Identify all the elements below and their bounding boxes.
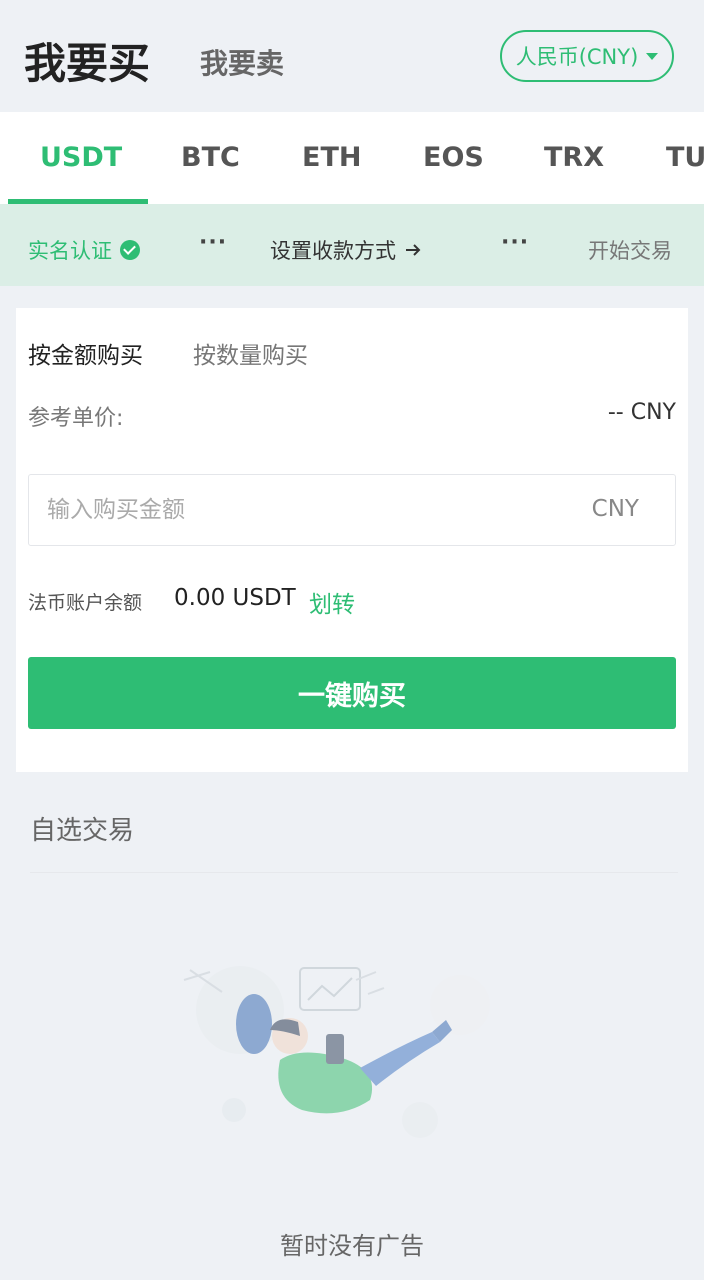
currency-label: 人民币(CNY)	[515, 45, 639, 69]
coin-tab-tu[interactable]: TU	[666, 142, 704, 173]
check-circle-icon	[120, 240, 140, 260]
step-verify-label: 实名认证	[28, 239, 112, 263]
one-click-buy-button[interactable]: 一键购买	[28, 657, 676, 729]
favorites-title: 自选交易	[30, 816, 135, 846]
coin-tab-eth[interactable]: ETH	[302, 142, 361, 173]
onboarding-steps: 实名认证 ··· 设置收款方式 ··· 开始交易	[0, 204, 704, 286]
amount-unit: CNY	[591, 496, 639, 522]
buy-tab[interactable]: 我要买	[24, 30, 150, 91]
amount-field: CNY	[28, 474, 676, 546]
balance-value: 0.00 USDT	[174, 585, 296, 611]
coin-tab-bar: USDT BTC ETH EOS TRX TU	[0, 112, 704, 204]
coin-tab-usdt[interactable]: USDT	[40, 142, 122, 173]
ellipsis-icon: ···	[501, 230, 530, 255]
empty-state-text: 暂时没有广告	[280, 1232, 424, 1260]
empty-state-illustration	[183, 966, 490, 1138]
mode-by-amount[interactable]: 按金额购买	[28, 336, 143, 370]
divider	[30, 872, 678, 873]
sell-tab[interactable]: 我要卖	[200, 42, 284, 82]
balance-label: 法币账户余额	[28, 592, 143, 614]
step-trade: 开始交易	[588, 239, 672, 263]
ref-price-value: -- CNY	[607, 400, 676, 425]
currency-selector[interactable]: 人民币(CNY)	[500, 30, 674, 82]
step-payment-label: 设置收款方式	[270, 239, 396, 263]
buy-card: 按金额购买 按数量购买 参考单价: -- CNY CNY 法币账户余额 0.00…	[16, 308, 688, 772]
coin-tab-btc[interactable]: BTC	[181, 142, 240, 173]
arrow-right-icon	[406, 244, 421, 256]
mode-by-quantity[interactable]: 按数量购买	[193, 336, 308, 370]
coin-tab-eos[interactable]: EOS	[423, 142, 484, 173]
step-payment[interactable]: 设置收款方式	[270, 235, 422, 265]
coin-tab-trx[interactable]: TRX	[544, 142, 604, 173]
caret-down-icon	[646, 52, 659, 60]
step-verify[interactable]: 实名认证	[28, 235, 140, 265]
ref-price-label: 参考单价:	[28, 406, 124, 431]
transfer-link[interactable]: 划转	[309, 585, 355, 619]
ellipsis-icon: ···	[199, 230, 228, 255]
amount-input[interactable]	[29, 475, 549, 545]
top-header: 我要买 我要卖 人民币(CNY)	[0, 0, 704, 112]
